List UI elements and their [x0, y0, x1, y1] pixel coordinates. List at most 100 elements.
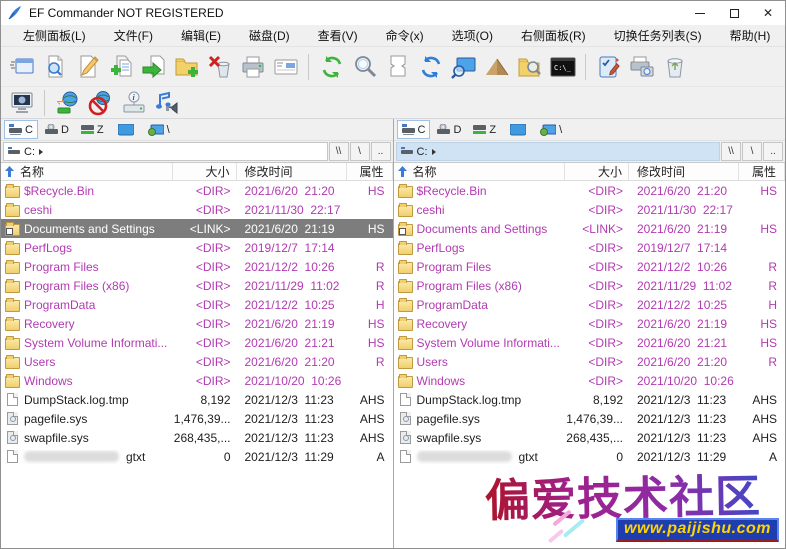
compare-files-icon[interactable] — [381, 51, 414, 83]
file-row[interactable]: Windows<DIR>2021/10/20 10:26 — [394, 371, 786, 390]
file-modified-cell: 2021/6/20 21:19 — [629, 222, 739, 236]
drive-button-c[interactable]: C — [4, 120, 38, 139]
column-header-attrs[interactable]: 属性 — [347, 163, 393, 180]
menu-left-panel[interactable]: 左侧面板(L) — [9, 24, 100, 47]
left-parent-button[interactable]: .. — [371, 142, 391, 161]
disconnect-network-drive-icon[interactable] — [84, 89, 117, 117]
menu-file[interactable]: 文件(F) — [100, 24, 167, 47]
recycle-bin-icon[interactable] — [658, 51, 691, 83]
file-name-cell: pagefile.sys — [394, 412, 566, 426]
edit-file-icon[interactable] — [71, 51, 104, 83]
right-root-button[interactable]: \ — [742, 142, 762, 161]
file-row[interactable]: pagefile.sys1,476,39...2021/12/3 11:23AH… — [1, 409, 393, 428]
file-row[interactable]: $Recycle.Bin<DIR>2021/6/20 21:20HS — [1, 181, 393, 200]
left-root-unc-button[interactable]: \\ — [329, 142, 349, 161]
right-path-field[interactable]: C: — [396, 142, 721, 161]
menu-right-panel[interactable]: 右侧面板(R) — [507, 24, 600, 47]
file-row[interactable]: pagefile.sys1,476,39...2021/12/3 11:23AH… — [394, 409, 786, 428]
desktop-button[interactable] — [111, 120, 141, 139]
file-row[interactable]: PerfLogs<DIR>2019/12/7 17:14 — [394, 238, 786, 257]
view-file-icon[interactable] — [38, 51, 71, 83]
network-button[interactable]: \ — [535, 120, 567, 139]
file-row[interactable]: Program Files (x86)<DIR>2021/11/29 11:02… — [394, 276, 786, 295]
file-row[interactable]: ceshi<DIR>2021/11/30 22:17 — [1, 200, 393, 219]
file-row[interactable]: Program Files<DIR>2021/12/2 10:26R — [394, 257, 786, 276]
pack-files-icon[interactable] — [480, 51, 513, 83]
file-row[interactable]: System Volume Informati...<DIR>2021/6/20… — [394, 333, 786, 352]
search-in-folder-icon[interactable] — [513, 51, 546, 83]
column-header-modified[interactable]: 修改时间 — [237, 163, 347, 180]
move-files-icon[interactable] — [137, 51, 170, 83]
menu-switch-tasklist[interactable]: 切换任务列表(S) — [600, 24, 716, 47]
column-header-size[interactable]: 大小 — [565, 163, 629, 180]
file-row[interactable]: Program Files (x86)<DIR>2021/11/29 11:02… — [1, 276, 393, 295]
command-prompt-icon[interactable]: C:\_ — [546, 51, 579, 83]
menu-edit[interactable]: 编辑(E) — [167, 24, 235, 47]
print-files-icon[interactable] — [236, 51, 269, 83]
left-path-field[interactable]: C: — [3, 142, 328, 161]
right-root-unc-button[interactable]: \\ — [721, 142, 741, 161]
drive-button-d[interactable]: D — [40, 120, 74, 139]
menu-options[interactable]: 选项(O) — [438, 24, 507, 47]
column-header-modified[interactable]: 修改时间 — [629, 163, 739, 180]
minimize-icon[interactable] — [683, 1, 717, 25]
new-folder-icon[interactable] — [170, 51, 203, 83]
menu-disk[interactable]: 磁盘(D) — [235, 24, 304, 47]
close-icon[interactable]: ✕ — [751, 1, 785, 25]
column-header-attrs[interactable]: 属性 — [739, 163, 785, 180]
search-files-icon[interactable] — [348, 51, 381, 83]
file-row[interactable]: DumpStack.log.tmp8,1922021/12/3 11:23AHS — [394, 390, 786, 409]
file-row[interactable]: Users<DIR>2021/6/20 21:20R — [394, 352, 786, 371]
file-row[interactable]: swapfile.sys268,435,...2021/12/3 11:23AH… — [1, 428, 393, 447]
multimedia-player-icon[interactable] — [150, 89, 183, 117]
file-row[interactable]: swapfile.sys268,435,...2021/12/3 11:23AH… — [394, 428, 786, 447]
column-header-name[interactable]: 名称 — [394, 163, 566, 180]
file-row[interactable]: Documents and Settings<LINK>2021/6/20 21… — [1, 219, 393, 238]
file-row[interactable]: gtxt02021/12/3 11:29A — [1, 447, 393, 466]
network-button[interactable]: \ — [143, 120, 175, 139]
file-row[interactable]: PerfLogs<DIR>2019/12/7 17:14 — [1, 238, 393, 257]
file-row[interactable]: Recovery<DIR>2021/6/20 21:19HS — [394, 314, 786, 333]
right-parent-button[interactable]: .. — [763, 142, 783, 161]
file-row[interactable]: Windows<DIR>2021/10/20 10:26 — [1, 371, 393, 390]
file-name-cell: DumpStack.log.tmp — [394, 393, 566, 407]
menu-view[interactable]: 查看(V) — [304, 24, 372, 47]
file-row[interactable]: Users<DIR>2021/6/20 21:20R — [1, 352, 393, 371]
delete-files-icon[interactable] — [203, 51, 236, 83]
file-attrs-cell: H — [739, 298, 785, 312]
file-row[interactable]: Program Files<DIR>2021/12/2 10:26R — [1, 257, 393, 276]
file-modified-cell: 2021/11/29 11:02 — [629, 279, 739, 293]
menu-commands[interactable]: 命令(x) — [372, 24, 438, 47]
column-header-name[interactable]: 名称 — [1, 163, 173, 180]
file-row[interactable]: $Recycle.Bin<DIR>2021/6/20 21:20HS — [394, 181, 786, 200]
checklist-editor-icon[interactable] — [592, 51, 625, 83]
file-row[interactable]: gtxt02021/12/3 11:29A — [394, 447, 786, 466]
screen-capture-icon[interactable] — [625, 51, 658, 83]
drive-button-z[interactable]: Z — [468, 120, 501, 139]
send-email-icon[interactable] — [269, 51, 302, 83]
file-row[interactable]: DumpStack.log.tmp8,1922021/12/3 11:23AHS — [1, 390, 393, 409]
preview-screen-icon[interactable] — [447, 51, 480, 83]
map-network-drive-icon[interactable] — [51, 89, 84, 117]
copy-files-icon[interactable] — [104, 51, 137, 83]
file-row[interactable]: ceshi<DIR>2021/11/30 22:17 — [394, 200, 786, 219]
sync-panels-icon[interactable] — [414, 51, 447, 83]
drive-info-icon[interactable]: i — [117, 89, 150, 117]
column-header-size[interactable]: 大小 — [173, 163, 237, 180]
menu-help[interactable]: 帮助(H) — [716, 24, 785, 47]
desktop-button[interactable] — [503, 120, 533, 139]
file-row[interactable]: ProgramData<DIR>2021/12/2 10:25H — [394, 295, 786, 314]
file-row[interactable]: ProgramData<DIR>2021/12/2 10:25H — [1, 295, 393, 314]
drive-button-z[interactable]: Z — [76, 120, 109, 139]
file-row[interactable]: Documents and Settings<LINK>2021/6/20 21… — [394, 219, 786, 238]
maximize-icon[interactable] — [717, 1, 751, 25]
quick-view-panel-icon[interactable] — [5, 51, 38, 83]
drive-button-d[interactable]: D — [432, 120, 466, 139]
left-root-button[interactable]: \ — [350, 142, 370, 161]
file-row[interactable]: System Volume Informati...<DIR>2021/6/20… — [1, 333, 393, 352]
refresh-icon[interactable] — [315, 51, 348, 83]
file-row[interactable]: Recovery<DIR>2021/6/20 21:19HS — [1, 314, 393, 333]
drive-button-c[interactable]: C — [397, 120, 431, 139]
screensaver-icon[interactable] — [5, 89, 38, 117]
left-path-bar: C: \\ \ .. — [1, 141, 393, 162]
